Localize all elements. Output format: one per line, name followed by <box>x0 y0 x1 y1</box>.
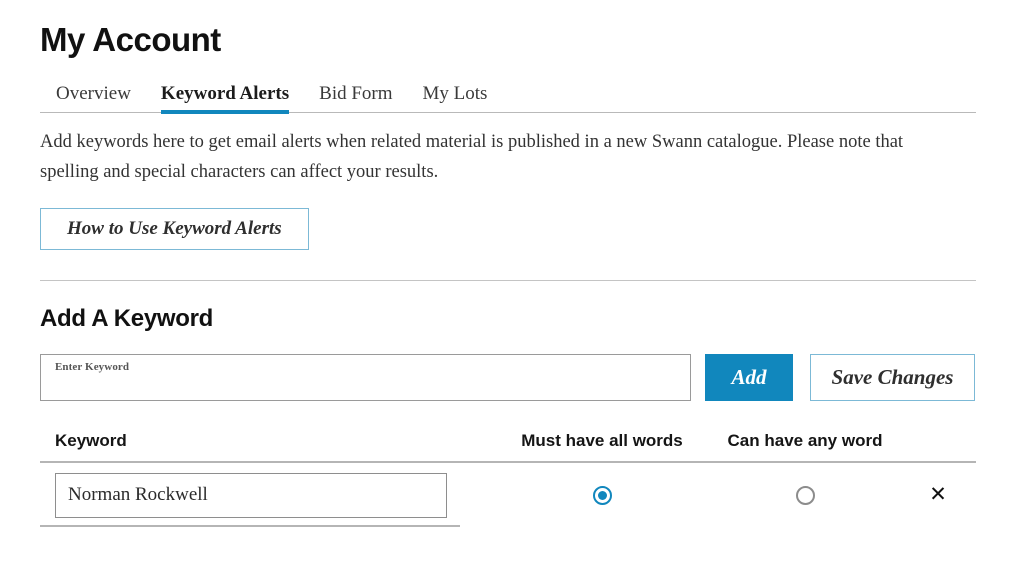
how-to-use-keyword-alerts-button[interactable]: How to Use Keyword Alerts <box>40 208 309 250</box>
header-col-can-have-any: Can have any word <box>710 431 900 451</box>
page-content: My Account Overview Keyword Alerts Bid F… <box>40 0 976 527</box>
header-can-have-any-label: Can have any word <box>727 431 883 450</box>
tab-my-lots-label: My Lots <box>422 83 488 104</box>
tab-keyword-alerts[interactable]: Keyword Alerts <box>160 83 290 114</box>
intro-paragraph: Add keywords here to get email alerts wh… <box>40 132 904 182</box>
tab-bid-form-label: Bid Form <box>319 83 393 104</box>
tab-keyword-alerts-label: Keyword Alerts <box>160 83 290 104</box>
header-col-must-have-all: Must have all words <box>480 431 710 451</box>
add-keyword-heading: Add A Keyword <box>40 305 213 332</box>
page-title: My Account <box>40 21 221 58</box>
keywords-table-header: Keyword Must have all words Can have any… <box>40 431 976 463</box>
row-col-can-have-any <box>710 485 900 505</box>
tab-overview[interactable]: Overview <box>56 84 131 112</box>
header-keyword-label: Keyword <box>55 431 127 450</box>
tab-my-lots[interactable]: My Lots <box>423 84 488 112</box>
keyword-input[interactable] <box>41 355 690 400</box>
header-col-keyword: Keyword <box>40 431 480 451</box>
row-col-must-have-all <box>480 485 710 505</box>
add-keyword-button[interactable]: Add <box>705 354 793 401</box>
row-keyword-input[interactable] <box>55 472 447 518</box>
keywords-table: Keyword Must have all words Can have any… <box>40 431 976 527</box>
table-row: ✕ <box>40 463 976 527</box>
section-divider <box>40 280 976 281</box>
tab-bid-form[interactable]: Bid Form <box>319 84 392 112</box>
header-must-have-all-label: Must have all words <box>521 431 683 450</box>
radio-must-have-all-words[interactable] <box>592 485 612 505</box>
save-changes-button[interactable]: Save Changes <box>810 354 975 401</box>
tab-overview-label: Overview <box>56 83 131 104</box>
delete-keyword-icon[interactable]: ✕ <box>929 484 947 505</box>
keyword-input-wrapper: Enter Keyword <box>40 354 691 401</box>
account-tabs: Overview Keyword Alerts Bid Form My Lots <box>40 80 976 114</box>
row-col-delete: ✕ <box>900 484 976 506</box>
row-col-keyword <box>40 472 480 518</box>
my-account-page: My Account Overview Keyword Alerts Bid F… <box>0 0 1024 577</box>
add-keyword-form: Enter Keyword Add Save Changes <box>40 354 976 401</box>
radio-can-have-any-word[interactable] <box>795 485 815 505</box>
